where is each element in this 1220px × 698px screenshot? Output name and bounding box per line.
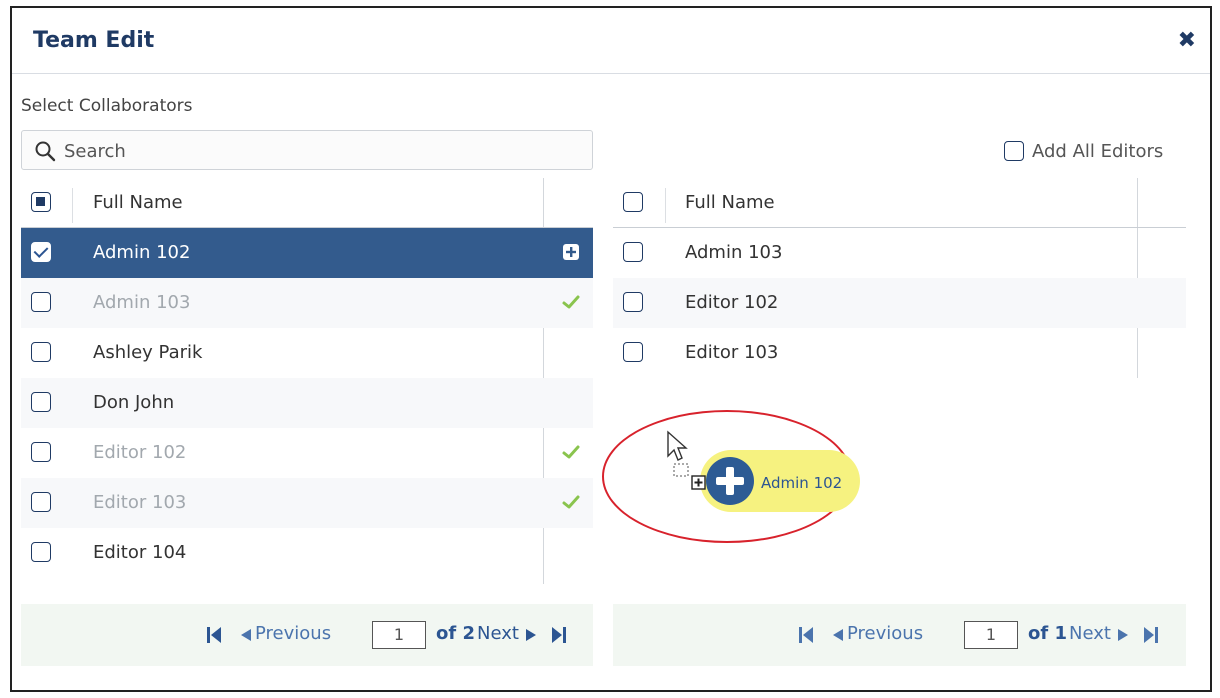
row-checkbox[interactable] — [31, 342, 51, 362]
row-name: Don John — [93, 392, 175, 413]
full-name-header: Full Name — [93, 192, 183, 213]
row-checkbox[interactable] — [623, 292, 643, 312]
previous-icon[interactable] — [833, 629, 843, 641]
row-name: Admin 102 — [93, 242, 191, 263]
table-header-row: Full Name — [21, 178, 593, 228]
select-all-checkbox[interactable] — [623, 192, 643, 212]
last-page-icon[interactable] — [552, 627, 566, 643]
row-name: Editor 103 — [93, 492, 187, 513]
header-divider — [72, 188, 73, 223]
table-row[interactable]: Don John — [21, 378, 593, 428]
page-number-input[interactable]: 1 — [964, 621, 1018, 649]
row-checkbox[interactable] — [31, 542, 51, 562]
add-all-editors-checkbox[interactable] — [1004, 141, 1024, 161]
select-collaborators-label: Select Collaborators — [21, 96, 193, 116]
table-row[interactable]: Editor 102 — [613, 278, 1186, 328]
table-row[interactable]: Editor 104 — [21, 528, 593, 578]
table-row[interactable]: Editor 103 — [21, 478, 593, 528]
last-page-icon[interactable] — [1144, 627, 1158, 643]
table-row[interactable]: Ashley Parik — [21, 328, 593, 378]
plus-circle-icon — [706, 457, 754, 505]
team-members-table: Full Name Admin 103 Editor 102 Editor 10… — [613, 178, 1186, 378]
row-name: Editor 102 — [93, 442, 187, 463]
dialog-title: Team Edit — [33, 28, 155, 53]
search-icon — [35, 141, 56, 162]
row-name: Editor 102 — [685, 292, 779, 313]
table-row[interactable]: Editor 103 — [613, 328, 1186, 378]
row-checkbox[interactable] — [31, 442, 51, 462]
plus-icon — [716, 467, 744, 495]
row-checkbox[interactable] — [31, 242, 51, 262]
row-checkbox[interactable] — [623, 242, 643, 262]
page-count: of 2 — [436, 623, 475, 644]
next-link[interactable]: Next — [1069, 623, 1111, 644]
add-all-editors-label: Add All Editors — [1032, 140, 1164, 162]
row-name: Admin 103 — [685, 242, 783, 263]
previous-link[interactable]: Previous — [255, 623, 331, 644]
full-name-header: Full Name — [685, 192, 775, 213]
table-row[interactable]: Admin 102 — [21, 228, 593, 278]
drag-chip-label: Admin 102 — [761, 474, 843, 492]
drag-cursor-icon — [667, 430, 706, 490]
row-checkbox[interactable] — [623, 342, 643, 362]
plus-square-icon[interactable] — [561, 242, 581, 262]
search-input[interactable] — [64, 137, 584, 165]
next-link[interactable]: Next — [477, 623, 519, 644]
page-number-input[interactable]: 1 — [372, 621, 426, 649]
next-icon[interactable] — [526, 629, 536, 641]
row-name: Ashley Parik — [93, 342, 203, 363]
row-name: Editor 103 — [685, 342, 779, 363]
add-all-editors-toggle[interactable]: Add All Editors — [1004, 138, 1163, 164]
page-count: of 1 — [1028, 623, 1067, 644]
row-checkbox[interactable] — [31, 292, 51, 312]
table-header-row: Full Name — [613, 178, 1186, 228]
row-name: Admin 103 — [93, 292, 191, 313]
check-icon — [562, 495, 580, 509]
table-row[interactable]: Editor 102 — [21, 428, 593, 478]
check-icon — [562, 295, 580, 309]
left-pager: Previous 1 of 2 Next — [21, 604, 593, 666]
dialog-header: Team Edit ✖ — [12, 8, 1210, 74]
check-icon — [562, 445, 580, 459]
row-checkbox[interactable] — [31, 492, 51, 512]
row-checkbox[interactable] — [31, 392, 51, 412]
table-row[interactable]: Admin 103 — [613, 228, 1186, 278]
row-name: Editor 104 — [93, 542, 187, 563]
close-icon[interactable]: ✖ — [1178, 28, 1196, 53]
header-divider — [665, 188, 666, 223]
first-page-icon[interactable] — [799, 627, 813, 643]
available-users-table: Full Name Admin 102 Admin 103 Ashley Par… — [21, 178, 593, 584]
table-row[interactable]: Admin 103 — [21, 278, 593, 328]
previous-icon[interactable] — [241, 629, 251, 641]
search-box[interactable] — [21, 130, 593, 170]
previous-link[interactable]: Previous — [847, 623, 923, 644]
next-icon[interactable] — [1118, 629, 1128, 641]
select-all-checkbox[interactable] — [31, 192, 51, 212]
right-pager: Previous 1 of 1 Next — [613, 604, 1186, 666]
first-page-icon[interactable] — [207, 627, 221, 643]
